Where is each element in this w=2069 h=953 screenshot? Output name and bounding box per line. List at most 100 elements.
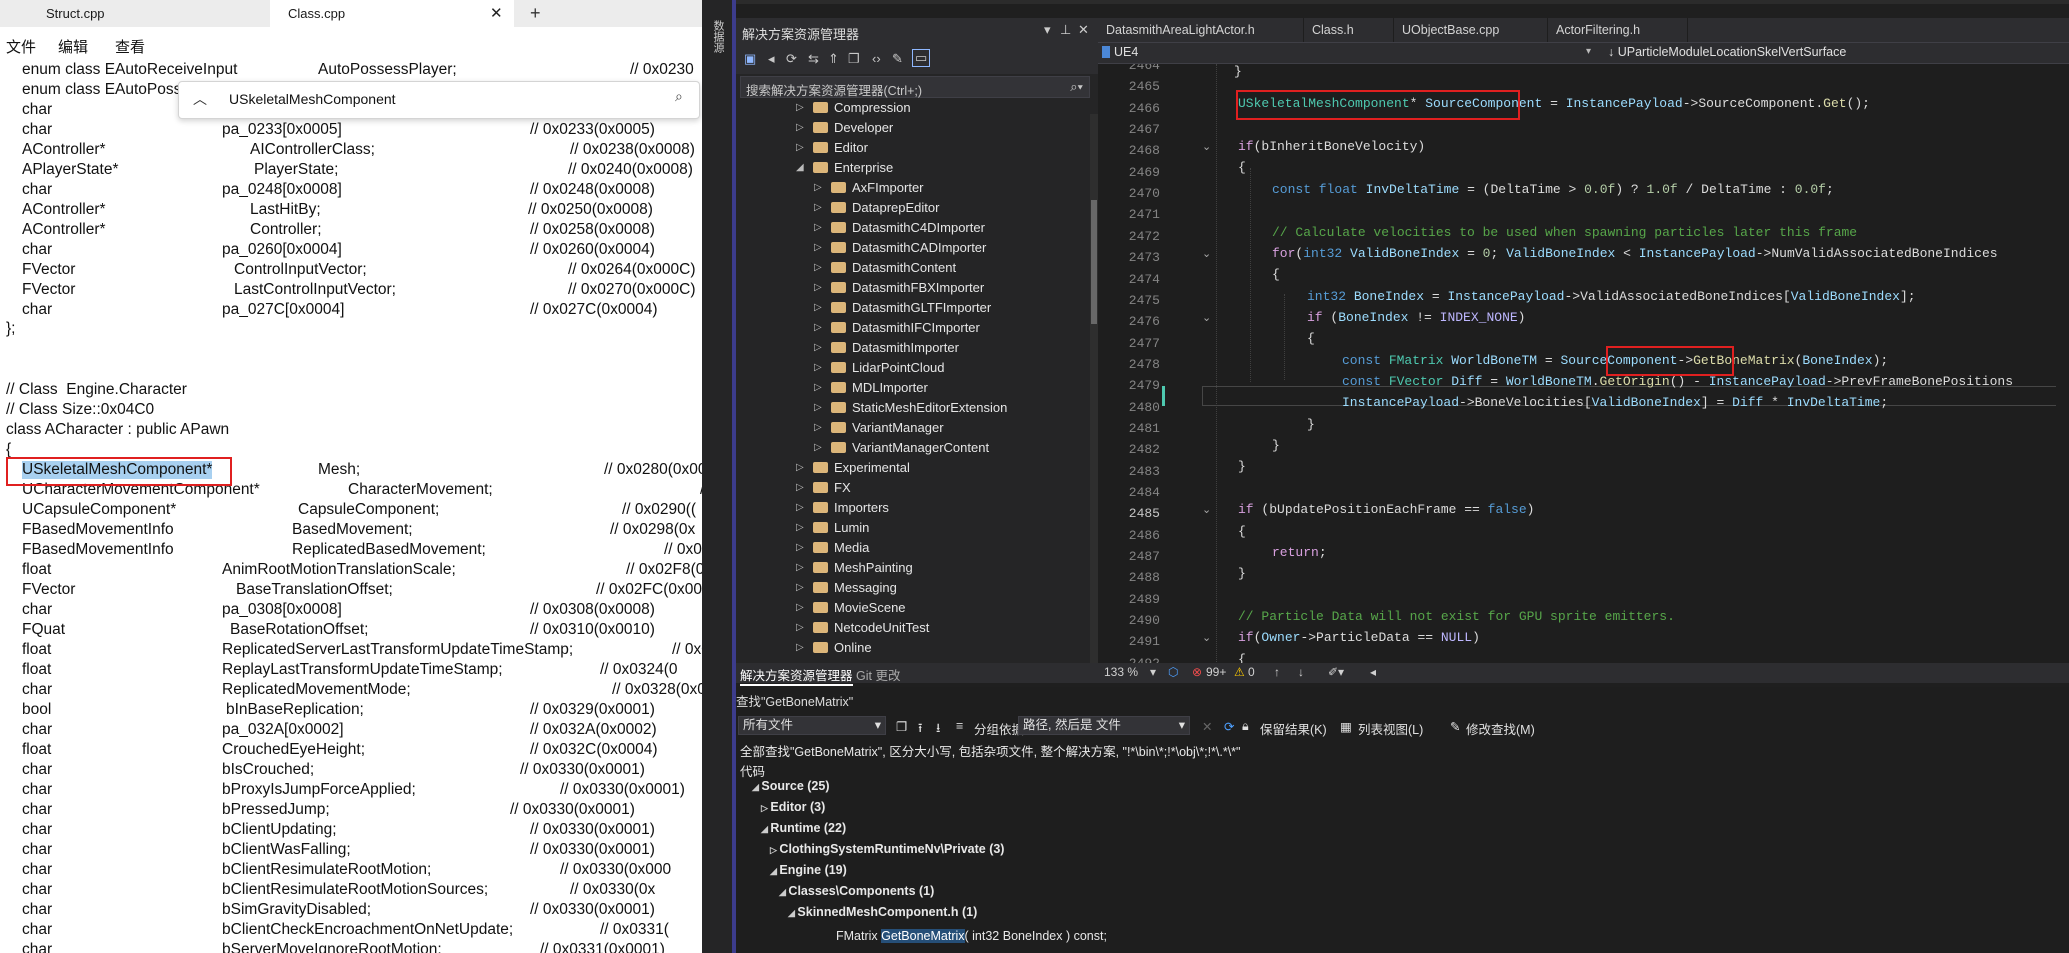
back-icon[interactable]: ◂	[768, 51, 775, 67]
zoom-level[interactable]: 133 %	[1104, 665, 1138, 679]
expanded-arrow-icon[interactable]: ◢	[752, 782, 761, 792]
warning-count[interactable]: 0	[1248, 665, 1255, 679]
collapsed-arrow-icon[interactable]: ▷	[796, 118, 804, 138]
result-group-row[interactable]: ▷ Editor (3)	[761, 800, 825, 814]
collapsed-arrow-icon[interactable]: ▷	[814, 358, 822, 378]
collapsed-arrow-icon[interactable]: ▷	[796, 138, 804, 158]
result-group-row[interactable]: ◢ SkinnedMeshComponent.h (1)	[788, 905, 977, 919]
solution-scrollbar[interactable]	[1090, 114, 1098, 674]
tree-item[interactable]: ▷ MDLImporter	[736, 378, 1086, 398]
new-tab-button[interactable]: +	[530, 0, 541, 27]
cleanup-icon[interactable]: ✐▾	[1328, 665, 1344, 679]
tree-item[interactable]: ▷ AxFImporter	[736, 178, 1086, 198]
refresh-icon[interactable]: ⟳	[1224, 719, 1234, 734]
solution-search-box[interactable]: 搜索解决方案资源管理器(Ctrl+;) ⌕▾	[740, 76, 1090, 98]
preview-icon[interactable]: ▭	[912, 49, 931, 67]
result-group-row[interactable]: ◢ Runtime (22)	[761, 821, 846, 835]
tree-item[interactable]: ▷ Messaging	[736, 578, 1086, 598]
search-icon[interactable]: ⌕	[675, 88, 683, 105]
member-dropdown[interactable]: ↓ UParticleModuleLocationSkelVertSurface	[1608, 45, 1846, 59]
tree-item[interactable]: ▷ DatasmithFBXImporter	[736, 278, 1086, 298]
show-all-files-icon[interactable]: ❐	[848, 51, 860, 67]
collapsed-arrow-icon[interactable]: ▷	[796, 98, 804, 118]
collapsed-arrow-icon[interactable]: ▷	[770, 845, 779, 855]
tree-item[interactable]: ▷ DatasmithContent	[736, 258, 1086, 278]
result-group-row[interactable]: ▷ ClothingSystemRuntimeNv\Private (3)	[770, 842, 1004, 856]
collapsed-arrow-icon[interactable]: ▷	[814, 398, 822, 418]
collapsed-arrow-icon[interactable]: ▷	[814, 218, 822, 238]
tree-item[interactable]: ▷ DatasmithImporter	[736, 338, 1086, 358]
collapsed-arrow-icon[interactable]: ▷	[796, 498, 804, 518]
scope-select[interactable]: 所有文件 ▾	[738, 716, 886, 735]
scroll-thumb[interactable]	[1091, 200, 1097, 324]
prev-issue-icon[interactable]: ↑	[1274, 665, 1280, 679]
tree-item[interactable]: ▷ Importers	[736, 498, 1086, 518]
collapsed-arrow-icon[interactable]: ▷	[796, 578, 804, 598]
menu-file[interactable]: 文件	[6, 36, 36, 57]
next-issue-icon[interactable]: ↓	[1298, 665, 1304, 679]
expanded-arrow-icon[interactable]: ◢	[761, 824, 770, 834]
collapsed-arrow-icon[interactable]: ▷	[814, 238, 822, 258]
copy-icon[interactable]: ❐	[896, 719, 907, 734]
tree-item[interactable]: ▷ StaticMeshEditorExtension	[736, 398, 1086, 418]
code-icon[interactable]: ‹›	[872, 51, 881, 66]
error-icon[interactable]: ⊗	[1192, 665, 1202, 679]
collapsed-arrow-icon[interactable]: ▷	[814, 278, 822, 298]
tree-item[interactable]: ▷ Compression	[736, 98, 1086, 118]
next-result-icon[interactable]: ⭳	[936, 719, 940, 740]
collapsed-arrow-icon[interactable]: ▷	[814, 418, 822, 438]
collapsed-arrow-icon[interactable]: ▷	[796, 458, 804, 478]
fold-toggle-icon[interactable]: ⌄	[1202, 140, 1211, 153]
dropdown-icon[interactable]: ▾	[1044, 22, 1051, 38]
collapsed-arrow-icon[interactable]: ▷	[814, 178, 822, 198]
modify-find-icon[interactable]: ✎	[1450, 719, 1460, 734]
fold-toggle-icon[interactable]: ⌄	[1202, 311, 1211, 324]
expanded-arrow-icon[interactable]: ◢	[796, 158, 804, 178]
tab-class-h[interactable]: Class.h	[1304, 18, 1394, 42]
expanded-arrow-icon[interactable]: ◢	[770, 866, 779, 876]
collapsed-arrow-icon[interactable]: ▷	[814, 258, 822, 278]
collapsed-arrow-icon[interactable]: ▷	[814, 198, 822, 218]
menu-edit[interactable]: 编辑	[58, 36, 88, 57]
collapsed-arrow-icon[interactable]: ▷	[796, 638, 804, 658]
find-input[interactable]: USkeletalMeshComponent	[229, 88, 639, 110]
editor-scrollbar[interactable]	[2056, 64, 2069, 662]
prev-result-icon[interactable]: ⭱	[918, 719, 922, 740]
fold-toggle-icon[interactable]: ⌄	[1202, 247, 1211, 260]
tree-item[interactable]: ▷ MovieScene	[736, 598, 1086, 618]
tree-item[interactable]: ▷ Online	[736, 638, 1086, 658]
collapse-chevron-icon[interactable]: ︿	[193, 89, 207, 109]
tree-item[interactable]: ▷ DatasmithC4DImporter	[736, 218, 1086, 238]
result-group-row[interactable]: ◢ Classes\Components (1)	[779, 884, 934, 898]
tree-item[interactable]: ◢ Enterprise	[736, 158, 1086, 178]
scroll-left-icon[interactable]: ◂	[1370, 665, 1376, 679]
collapsed-arrow-icon[interactable]: ▷	[796, 538, 804, 558]
collapsed-arrow-icon[interactable]: ▷	[814, 298, 822, 318]
tab-git-changes[interactable]: Git 更改	[856, 665, 900, 684]
result-group-row[interactable]: ◢ Source (25)	[752, 779, 830, 793]
close-tab-icon[interactable]: ✕	[490, 0, 503, 27]
keep-results-button[interactable]: 保留结果(K)	[1260, 719, 1327, 738]
data-sources-tab[interactable]: 数据源	[710, 20, 726, 53]
tab-uobjectbase-cpp[interactable]: UObjectBase.cpp	[1394, 18, 1548, 42]
chevron-down-icon[interactable]: ▾	[1586, 46, 1591, 57]
tree-item[interactable]: ▷ VariantManager	[736, 418, 1086, 438]
sync-icon[interactable]: ⇆	[808, 51, 819, 67]
collapsed-arrow-icon[interactable]: ▷	[796, 598, 804, 618]
expanded-arrow-icon[interactable]: ◢	[779, 887, 788, 897]
tree-item[interactable]: ▷ Media	[736, 538, 1086, 558]
fold-toggle-icon[interactable]: ⌄	[1202, 503, 1211, 516]
group-by-select[interactable]: 路径, 然后是 文件 ▾	[1018, 716, 1190, 735]
close-icon[interactable]: ✕	[1078, 22, 1089, 38]
tree-item[interactable]: ▷ DataprepEditor	[736, 198, 1086, 218]
list-view-button[interactable]: 列表视图(L)	[1358, 719, 1423, 738]
tab-class-cpp[interactable]: Class.cpp ✕	[270, 0, 514, 27]
tree-item[interactable]: ▷ DatasmithGLTFImporter	[736, 298, 1086, 318]
history-icon[interactable]: ⟳	[786, 51, 797, 67]
home-icon[interactable]: ▣	[744, 51, 756, 67]
search-icon[interactable]: ⌕▾	[1070, 79, 1083, 95]
tree-item[interactable]: ▷ DatasmithIFCImporter	[736, 318, 1086, 338]
collapsed-arrow-icon[interactable]: ▷	[796, 478, 804, 498]
tree-item[interactable]: ▷ LidarPointCloud	[736, 358, 1086, 378]
tab-struct-cpp[interactable]: Struct.cpp	[0, 0, 270, 27]
